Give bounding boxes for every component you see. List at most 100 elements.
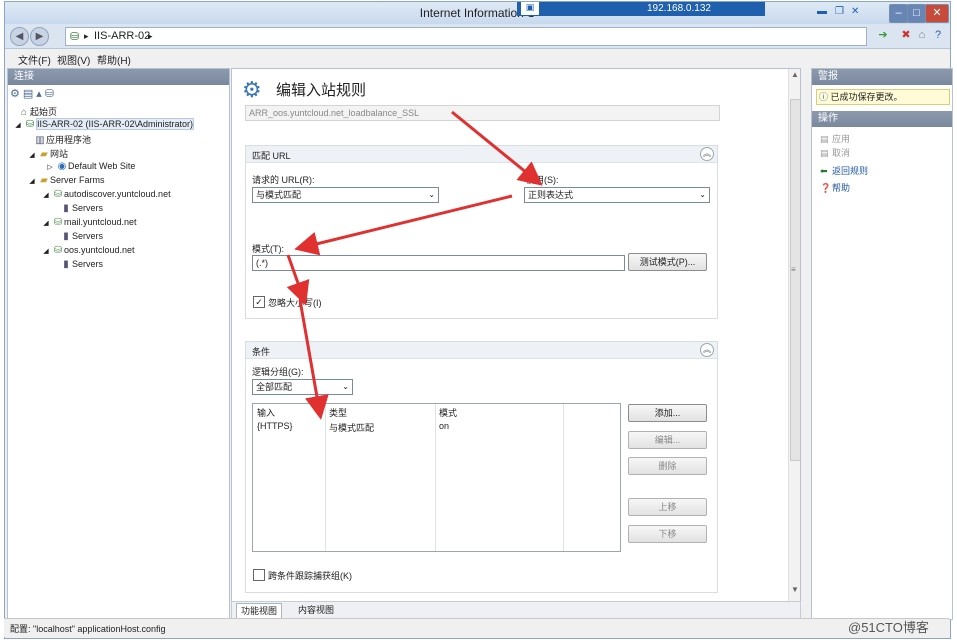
using-select[interactable]: 正则表达式 ⌄ <box>524 187 710 203</box>
track-capture-groups-label: 跨条件跟踪捕获组(K) <box>268 571 352 581</box>
connect-icon[interactable]: ⚙ <box>10 88 23 100</box>
pin-icon[interactable]: ▣ <box>521 2 539 15</box>
home-icon[interactable]: ⌂ <box>914 28 930 43</box>
tree-item-default-web-site[interactable]: ▷ ◉ Default Web Site <box>44 161 135 172</box>
back-button[interactable]: ◀ <box>10 27 29 46</box>
chevron-down-icon: ⌄ <box>699 190 706 199</box>
breadcrumb-separator[interactable]: ▸ <box>148 31 153 42</box>
title-bar: Internet Information S ▣ 192.168.0.132 ▬… <box>5 2 950 25</box>
column-header-pattern[interactable]: 模式 <box>439 406 457 419</box>
menu-view[interactable]: 视图(V) <box>57 52 90 67</box>
status-bar: 配置: "localhost" applicationHost.config <box>4 618 949 637</box>
connections-icon[interactable]: ⛁ <box>45 88 57 100</box>
action-apply[interactable]: ▤ 应用 <box>820 132 850 145</box>
tree-item-farm-autodiscover[interactable]: ◢ ⛁ autodiscover.yuntcloud.net <box>40 189 170 200</box>
remove-condition-button[interactable]: 删除 <box>628 457 707 475</box>
stop-icon[interactable]: ✖ <box>898 28 914 43</box>
chevron-down-icon: ⌄ <box>342 382 349 391</box>
cell-type: 与模式匹配 <box>329 423 375 433</box>
collapse-arrow-icon[interactable]: ▷ <box>44 163 56 171</box>
server-farm-icon: ⛁ <box>53 217 63 228</box>
server-icon: ⛁ <box>70 31 80 43</box>
collapse-arrow-icon[interactable]: ◢ <box>12 121 24 129</box>
column-header-type[interactable]: 类型 <box>329 406 347 419</box>
track-capture-groups-checkbox[interactable] <box>253 569 265 581</box>
match-url-group: 匹配 URL ︽ 请求的 URL(R): 与模式匹配 ⌄ 使用(S): 正则表达式… <box>245 145 718 319</box>
test-pattern-button[interactable]: 测试模式(P)... <box>628 253 707 271</box>
action-help[interactable]: ❓帮助 <box>820 181 850 194</box>
tree-item-start-page[interactable]: ⌂ 起始页 <box>18 105 57 118</box>
cancel-icon: ▤ <box>820 148 829 158</box>
requested-url-select[interactable]: 与模式匹配 ⌄ <box>252 187 439 203</box>
add-condition-button[interactable]: 添加... <box>628 404 707 422</box>
tree-item-server-farms[interactable]: ◢ ▰ Server Farms <box>26 175 104 186</box>
app-pools-icon: ▥ <box>35 135 45 146</box>
page-title: 编辑入站规则 <box>276 82 367 99</box>
action-cancel[interactable]: ▤ 取消 <box>820 146 850 159</box>
address-row: ◀ ▶ ⛁ ▸ IIS-ARR-02 ▸ ➔ ✖ ⌂ ? <box>5 24 950 49</box>
window-title: Internet Information S <box>419 6 536 20</box>
scroll-down-icon[interactable]: ▼ <box>791 585 799 594</box>
action-back-to-rules[interactable]: ⬅ 返回规则 <box>820 164 868 177</box>
help-icon[interactable]: ? <box>930 28 946 43</box>
maximize-button[interactable]: □ <box>907 4 926 23</box>
edit-condition-button[interactable]: 编辑... <box>628 431 707 449</box>
tree-item-farm-mail[interactable]: ◢ ⛁ mail.yuntcloud.net <box>40 217 136 228</box>
save-icon[interactable]: ▤ <box>23 88 36 100</box>
forward-button[interactable]: ▶ <box>30 27 49 46</box>
pattern-input[interactable]: (.*) <box>252 255 625 271</box>
close-button[interactable]: ✕ <box>925 4 949 23</box>
tree-item-servers[interactable]: ▮ Servers <box>60 259 103 270</box>
move-up-button[interactable]: 上移 <box>628 498 707 516</box>
tree-item-servers[interactable]: ▮ Servers <box>60 203 103 214</box>
vertical-scrollbar[interactable]: ▲ ≡ ▼ <box>788 69 800 601</box>
collapse-arrow-icon[interactable]: ◢ <box>26 151 38 159</box>
menu-file[interactable]: 文件(F) <box>18 52 51 67</box>
ignore-case-checkbox[interactable]: ✓ <box>253 296 265 308</box>
conditions-title: 条件 <box>252 347 271 357</box>
minimize-button[interactable]: – <box>889 4 908 23</box>
scroll-thumb[interactable] <box>790 99 800 461</box>
remote-restore-icon[interactable]: ❐ <box>835 6 847 17</box>
watermark: @51CTO博客 <box>848 620 929 635</box>
conditions-table: 输入 类型 模式 {HTTPS} 与模式匹配 on <box>252 403 621 552</box>
collapse-arrow-icon[interactable]: ◢ <box>40 247 52 255</box>
move-down-button[interactable]: 下移 <box>628 525 707 543</box>
scroll-grip-icon: ≡ <box>791 265 796 274</box>
alert-message: ⓘ 已成功保存更改。 <box>816 89 950 105</box>
collapse-up-icon[interactable]: ︽ <box>700 343 714 357</box>
address-bar[interactable]: ⛁ ▸ IIS-ARR-02 ▸ <box>65 27 867 46</box>
help-icon: ❓ <box>820 183 832 193</box>
collapse-up-icon[interactable]: ︽ <box>700 147 714 161</box>
refresh-icon[interactable]: ➔ <box>875 28 891 43</box>
collapse-arrow-icon[interactable]: ◢ <box>26 177 38 185</box>
rule-name-field[interactable]: ARR_oos.yuntcloud.net_loadbalance_SSL <box>245 105 720 121</box>
scroll-up-icon[interactable]: ▲ <box>791 70 799 79</box>
logical-grouping-select[interactable]: 全部匹配 ⌄ <box>252 379 353 395</box>
up-icon[interactable]: ▴ <box>36 88 45 100</box>
menu-help[interactable]: 帮助(H) <box>97 52 131 67</box>
remote-ip: 192.168.0.132 <box>647 3 711 14</box>
collapse-arrow-icon[interactable]: ◢ <box>40 191 52 199</box>
tree-item-app-pools[interactable]: ▥应用程序池 <box>34 133 91 146</box>
info-icon: ⓘ <box>819 92 829 102</box>
tab-features-view[interactable]: 功能视图 <box>236 603 283 619</box>
conditions-header: 条件 ︽ <box>246 342 717 359</box>
tab-content-view[interactable]: 内容视图 <box>294 603 338 617</box>
back-arrow-icon: ⬅ <box>820 166 828 176</box>
server-farm-icon: ⛁ <box>53 189 63 200</box>
actions-header: 操作 <box>812 111 952 127</box>
collapse-arrow-icon[interactable]: ◢ <box>40 219 52 227</box>
status-text: 配置: "localhost" applicationHost.config <box>10 624 166 634</box>
tree-item-farm-oos[interactable]: ◢ ⛁ oos.yuntcloud.net <box>40 245 134 256</box>
tree-item-server[interactable]: ◢ ⛁ IIS-ARR-02 (IIS-ARR-02\Administrator) <box>12 118 195 130</box>
tree-item-sites[interactable]: ◢ ▰ 网站 <box>26 147 68 160</box>
tree-item-servers[interactable]: ▮ Servers <box>60 231 103 242</box>
breadcrumb-server[interactable]: IIS-ARR-02 <box>94 30 150 42</box>
column-header-input[interactable]: 输入 <box>257 406 275 419</box>
table-row[interactable]: {HTTPS} 与模式匹配 on <box>253 419 620 433</box>
remote-minimize-icon[interactable]: ▬ <box>817 6 829 17</box>
connections-pane: 连接 ⚙▤▴⛁ ⌂ 起始页 ◢ ⛁ IIS-ARR-02 (IIS-ARR-02\Ad… <box>7 68 230 620</box>
remote-close-icon[interactable]: ✕ <box>851 6 863 17</box>
actions-pane: 警报 ⓘ 已成功保存更改。 操作 ▤ 应用 ▤ 取消 ⬅ 返回规则 ❓帮助 <box>811 68 953 620</box>
